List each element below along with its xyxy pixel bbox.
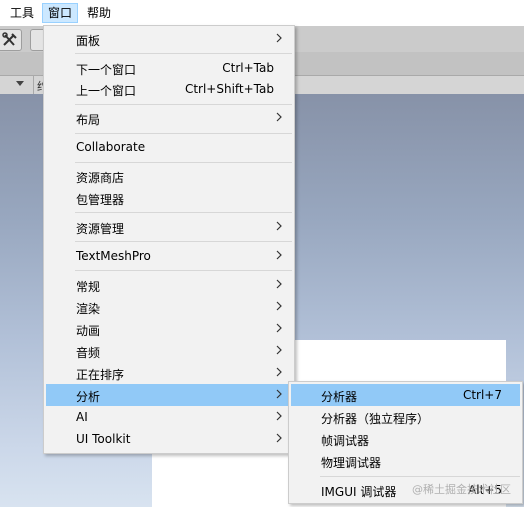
menu-item-rendering[interactable]: 渲染 [46, 296, 292, 318]
chevron-right-icon [276, 411, 282, 421]
menu-item-asset-management[interactable]: 资源管理 [46, 216, 292, 238]
menu-item-label: 下一个窗口 [76, 63, 137, 77]
menu-separator [320, 476, 520, 477]
chevron-right-icon [276, 112, 282, 122]
window-menu: 面板 下一个窗口 Ctrl+Tab 上一个窗口 Ctrl+Shift+Tab 布… [43, 25, 295, 454]
menu-item-shortcut: Ctrl+7 [462, 388, 502, 402]
menu-item-profiler[interactable]: 分析器 Ctrl+7 [291, 384, 520, 406]
menu-item-label: Collaborate [76, 140, 146, 154]
chevron-right-icon [276, 221, 282, 231]
chevron-right-icon [276, 33, 282, 43]
menu-item-label: 动画 [76, 324, 101, 338]
menu-item-shortcut: Ctrl+Tab [222, 61, 274, 75]
menu-item-textmeshpro[interactable]: TextMeshPro [46, 245, 292, 267]
menu-help[interactable]: 帮助 [82, 4, 116, 22]
chevron-right-icon [276, 250, 282, 260]
menu-item-label: 帧调试器 [321, 434, 370, 448]
menu-tools[interactable]: 工具 [5, 4, 39, 22]
menu-item-package-manager[interactable]: 包管理器 [46, 187, 292, 209]
menubar: 工具 窗口 帮助 [0, 0, 524, 27]
menu-item-label: 分析 [76, 390, 101, 404]
chevron-right-icon [276, 301, 282, 311]
menu-item-ai[interactable]: AI [46, 406, 292, 428]
menu-item-analysis[interactable]: 分析 [46, 384, 292, 406]
menu-item-label: 正在排序 [76, 368, 125, 382]
chevron-right-icon [276, 279, 282, 289]
menu-item-audio[interactable]: 音频 [46, 340, 292, 362]
menu-item-label: 音频 [76, 346, 101, 360]
menu-item-label: 分析器 [321, 390, 358, 404]
menu-item-panels[interactable]: 面板 [46, 28, 292, 50]
menu-item-label: 面板 [76, 34, 101, 48]
menu-item-next-window[interactable]: 下一个窗口 Ctrl+Tab [46, 57, 292, 79]
chevron-right-icon [276, 367, 282, 377]
menu-item-physics-debugger[interactable]: 物理调试器 [291, 450, 520, 472]
menu-item-shortcut: Ctrl+Shift+Tab [184, 82, 274, 96]
menu-separator [75, 53, 292, 54]
chevron-right-icon [276, 323, 282, 333]
menu-item-profiler-standalone[interactable]: 分析器（独立程序） [291, 406, 520, 428]
menu-item-collaborate[interactable]: Collaborate [46, 136, 292, 158]
menu-item-label: 物理调试器 [321, 456, 382, 470]
menu-separator [75, 212, 292, 213]
menu-item-ui-toolkit[interactable]: UI Toolkit [46, 428, 292, 450]
menu-item-label: 布局 [76, 113, 101, 127]
menu-item-label: 渲染 [76, 302, 101, 316]
menu-item-label: 资源管理 [76, 222, 125, 236]
menu-separator [75, 270, 292, 271]
menu-item-label: 常规 [76, 280, 101, 294]
menu-item-label: 上一个窗口 [76, 84, 137, 98]
chevron-right-icon [276, 389, 282, 399]
menu-item-label: TextMeshPro [76, 249, 151, 263]
menu-item-layout[interactable]: 布局 [46, 107, 292, 129]
menu-separator [75, 162, 292, 163]
menu-item-label: 资源商店 [76, 171, 125, 185]
menu-item-label: 分析器（独立程序） [321, 412, 430, 426]
menu-item-general[interactable]: 常规 [46, 274, 292, 296]
menu-item-sequencing[interactable]: 正在排序 [46, 362, 292, 384]
menu-item-asset-store[interactable]: 资源商店 [46, 165, 292, 187]
chevron-right-icon [276, 345, 282, 355]
tab-divider [33, 76, 34, 94]
menu-item-label: AI [76, 410, 88, 424]
menu-separator [75, 241, 292, 242]
chevron-right-icon [276, 433, 282, 443]
menu-item-prev-window[interactable]: 上一个窗口 Ctrl+Shift+Tab [46, 78, 292, 100]
tools-button[interactable] [0, 29, 22, 51]
watermark: @稀土掘金技术社区 [412, 483, 511, 496]
menu-separator [75, 104, 292, 105]
menu-separator [75, 133, 292, 134]
menu-window[interactable]: 窗口 [42, 3, 79, 23]
menu-item-label: 包管理器 [76, 193, 125, 207]
dropdown-arrow-icon[interactable] [16, 81, 24, 86]
menu-item-frame-debugger[interactable]: 帧调试器 [291, 428, 520, 450]
menu-item-label: IMGUI 调试器 [321, 485, 397, 499]
menu-item-label: UI Toolkit [76, 432, 131, 446]
tools-icon [2, 32, 17, 46]
menu-item-animation[interactable]: 动画 [46, 318, 292, 340]
